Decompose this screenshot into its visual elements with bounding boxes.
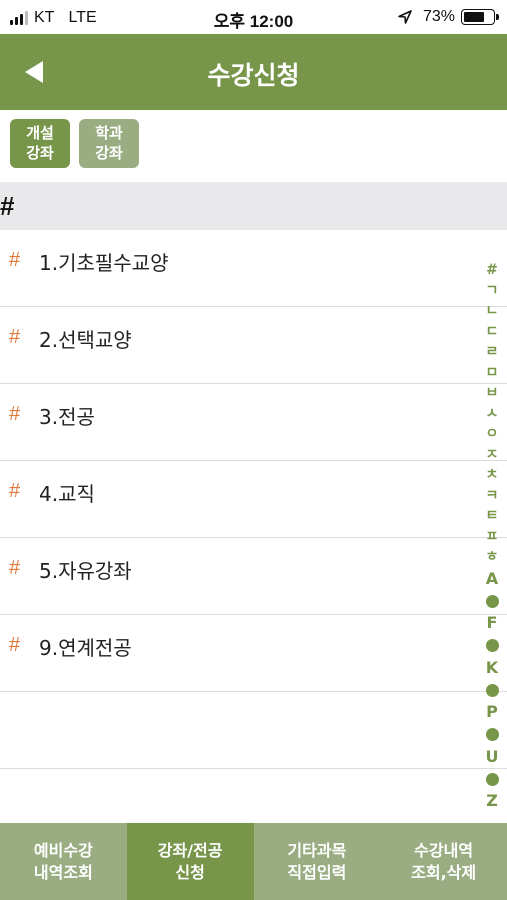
list-item-label: 4.교직 [39,482,95,506]
tab-label-line2: 신청 [175,862,205,882]
index-letter[interactable]: ㅅ [486,404,499,425]
tab-label-line2: 내역조회 [33,862,93,882]
section-title: # [0,191,15,221]
hash-marker: # [9,634,21,656]
index-letter[interactable]: F [487,612,498,635]
index-letter[interactable]: ㄹ [486,342,499,363]
tab-label-line1: 기타과목 [287,840,347,860]
index-letter[interactable]: U [486,746,499,769]
index-letter[interactable]: ㅈ [486,445,499,466]
open-courses-filter-button[interactable]: 개설 강좌 [10,119,70,168]
department-courses-filter-button[interactable]: 학과 강좌 [79,119,139,168]
index-scrubber[interactable]: # ㄱㄴㄷㄹㅁㅂㅅㅇㅈㅊㅋㅌㅍㅎ A F K P U Z [481,260,503,813]
battery-icon [461,9,499,25]
list-item[interactable]: # 9.연계전공 [0,615,507,692]
index-letter[interactable]: ㅁ [486,363,499,384]
category-list: # 1.기초필수교양 # 2.선택교양 # 3.전공 # 4.교직 # 5.자유… [0,230,507,769]
hash-marker: # [9,403,21,425]
hash-marker: # [9,326,21,348]
index-letter[interactable]: ㄴ [486,301,499,322]
index-letter[interactable]: ㅇ [486,424,499,445]
index-letter[interactable]: ㅂ [486,383,499,404]
status-right: 73% [397,7,499,27]
tab-pre-registration-history[interactable]: 예비수강 내역조회 [0,823,127,900]
list-item[interactable]: # 5.자유강좌 [0,538,507,615]
index-letter[interactable]: # [486,260,498,281]
page-title: 수강신청 [207,61,300,90]
filter-label-line1: 학과 [95,124,123,142]
list-item-label: 3.전공 [39,405,95,429]
tab-label-line1: 예비수강 [33,840,93,860]
list-item[interactable]: # 4.교직 [0,461,507,538]
index-letter[interactable]: ㅌ [486,506,499,527]
section-header: # [0,182,507,230]
filter-label-line2: 강좌 [26,144,54,162]
app-header: 수강신청 [0,34,507,110]
list-item-label: 5.자유강좌 [39,559,132,583]
hash-marker: # [9,480,21,502]
index-letter[interactable]: ㅍ [486,527,499,548]
tab-manual-course-entry[interactable]: 기타과목 직접입력 [254,823,381,900]
index-dot-separator[interactable] [485,639,499,652]
tab-label-line2: 조회,삭제 [411,862,477,882]
tab-registration-history-delete[interactable]: 수강내역 조회,삭제 [380,823,507,900]
list-item-label: 9.연계전공 [39,636,132,660]
hash-marker: # [9,557,21,579]
tab-label-line2: 직접입력 [287,862,347,882]
battery-percent: 73% [422,8,455,25]
list-item[interactable]: # 3.전공 [0,384,507,461]
index-dot-separator[interactable] [485,594,499,608]
index-letter[interactable]: ㅊ [486,465,499,486]
tab-label-line1: 수강내역 [414,840,474,860]
list-item[interactable]: # 2.선택교양 [0,307,507,384]
location-arrow-icon [398,10,412,24]
tab-label-line1: 강좌/전공 [157,840,223,860]
index-letter[interactable]: K [486,657,498,680]
index-dot-separator[interactable] [485,728,499,741]
list-item-label: 2.선택교양 [39,328,132,352]
hash-marker: # [9,249,21,271]
filter-row: 개설 강좌 학과 강좌 [0,110,507,182]
index-letter[interactable]: ㅋ [486,486,499,507]
index-dot-separator[interactable] [485,683,499,697]
empty-list-row [0,692,507,769]
index-letter[interactable]: ㄱ [486,281,499,302]
index-dot-separator[interactable] [485,772,499,786]
tab-course-major-registration[interactable]: 강좌/전공 신청 [126,823,254,900]
bottom-tab-bar: 예비수강 내역조회 강좌/전공 신청 기타과목 직접입력 수강내역 조회,삭제 [0,823,507,900]
list-item[interactable]: # 1.기초필수교양 [0,230,507,307]
index-letter[interactable]: Z [486,790,498,813]
status-bar: KT LTE 오후 12:00 73% [0,0,507,34]
index-letter[interactable]: A [486,568,498,591]
filter-label-line1: 개설 [26,124,54,142]
index-letter[interactable]: ㅎ [486,547,499,568]
list-item-label: 1.기초필수교양 [39,251,169,275]
filter-label-line2: 강좌 [95,144,123,162]
index-letter[interactable]: ㄷ [486,322,499,343]
index-letter[interactable]: P [486,701,498,724]
